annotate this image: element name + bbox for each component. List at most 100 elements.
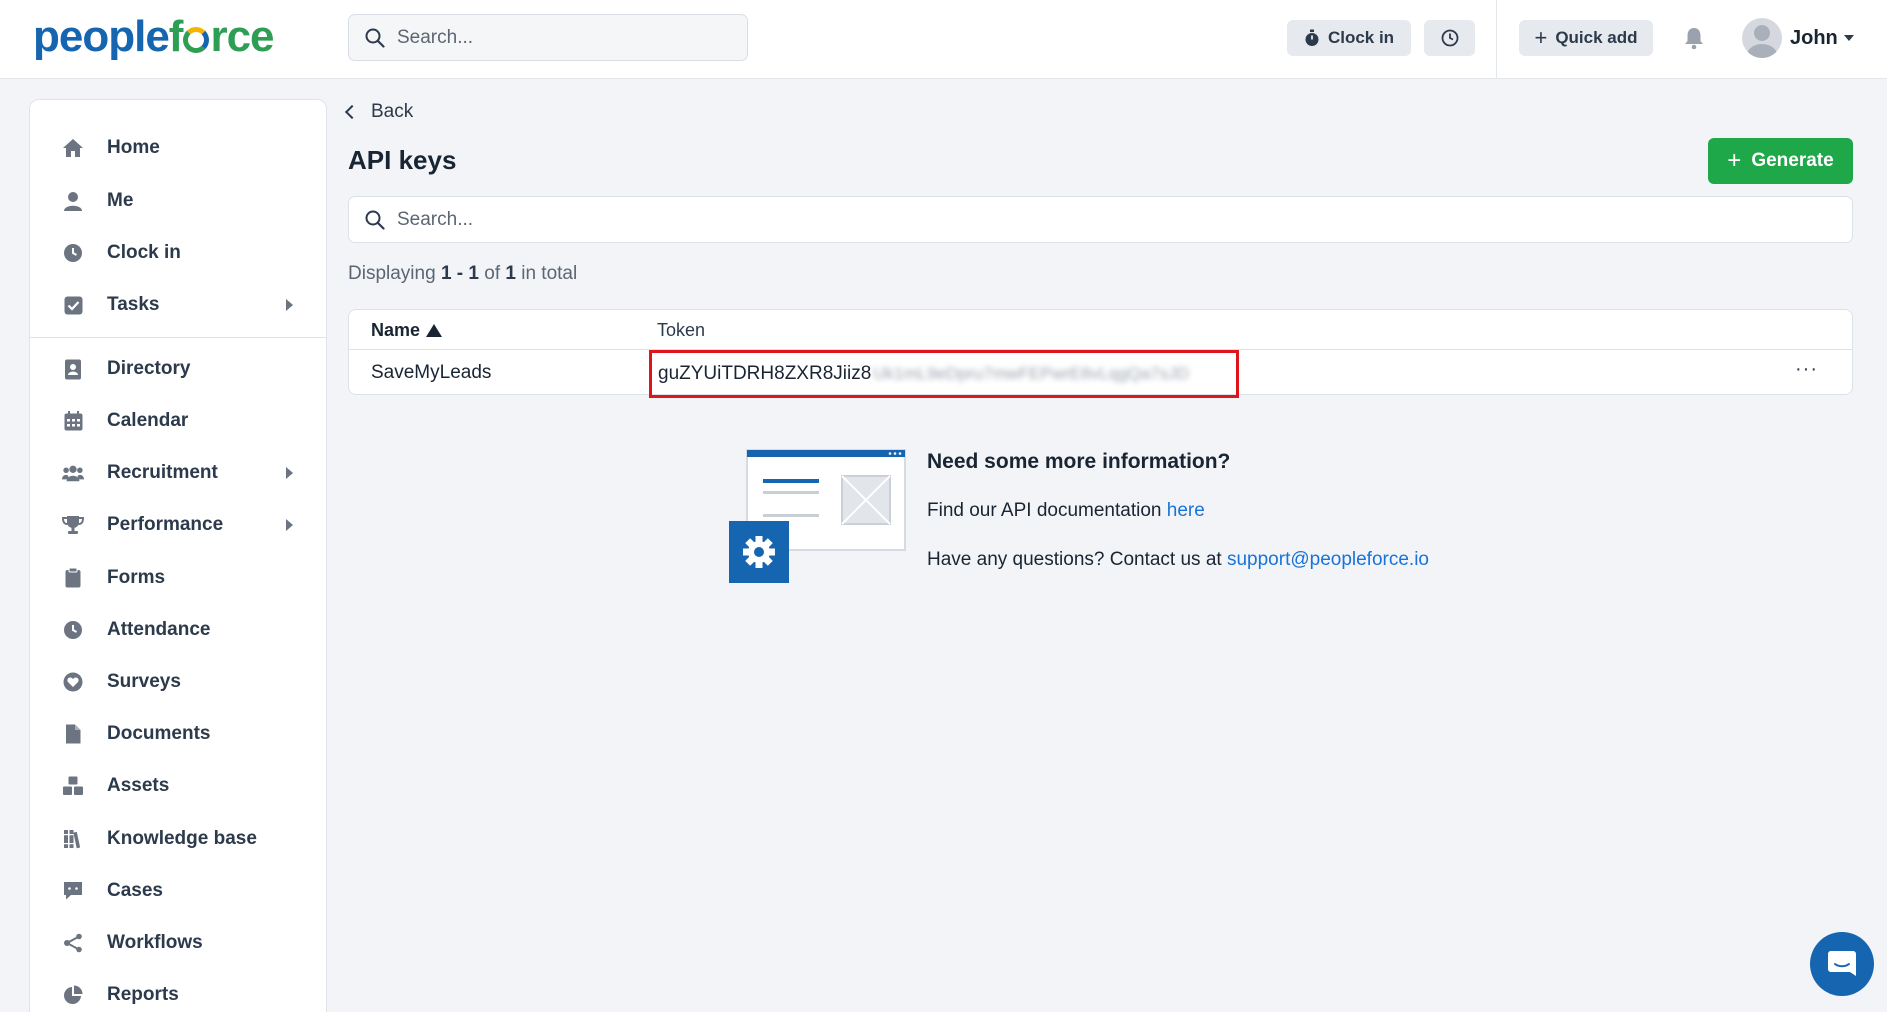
api-keys-search-input[interactable]	[397, 208, 1736, 231]
sidebar-item-label: Assets	[107, 775, 170, 796]
sidebar-item-assets[interactable]: Assets	[30, 764, 326, 808]
file-icon	[62, 723, 84, 745]
user-icon	[62, 190, 84, 212]
sidebar-item-workflows[interactable]: Workflows	[30, 921, 326, 965]
sidebar-divider	[30, 337, 326, 338]
api-keys-table: Name Token SaveMyLeads guZYUiTDRH8ZXR8Ji…	[348, 309, 1853, 398]
chat-bubble-icon	[1828, 951, 1856, 976]
api-keys-search[interactable]	[348, 196, 1853, 243]
sidebar-item-label: Home	[107, 137, 160, 158]
page-title: API keys	[348, 145, 457, 175]
api-token-value: guZYUiTDRH8ZXR8Jiiz8	[658, 363, 872, 384]
sidebar-item-label: Performance	[107, 514, 224, 535]
logo-text-part1: people	[33, 12, 170, 61]
sidebar-item-cases[interactable]: Cases	[30, 869, 326, 913]
api-docs-link[interactable]: here	[1167, 500, 1205, 521]
sidebar-item-me[interactable]: Me	[30, 179, 326, 223]
logo-text-part2: f	[168, 12, 184, 61]
sidebar-item-label: Reports	[107, 984, 179, 1005]
api-docs-illustration	[729, 449, 906, 583]
column-header-token: Token	[657, 320, 706, 340]
timesheet-button[interactable]	[1424, 20, 1475, 56]
api-key-name: SaveMyLeads	[371, 362, 492, 383]
sidebar-item-home[interactable]: Home	[30, 126, 326, 170]
avatar	[1742, 18, 1782, 58]
generate-label: Generate	[1751, 150, 1834, 171]
api-docs-label: Find our API documentation	[927, 500, 1167, 521]
summary-range: 1 - 1	[440, 263, 479, 284]
sidebar-item-label: Tasks	[107, 294, 160, 315]
sidebar-item-label: Attendance	[107, 619, 211, 640]
sidebar-item-label: Documents	[107, 723, 211, 744]
clock-icon	[62, 619, 84, 641]
global-search-input[interactable]	[397, 26, 741, 49]
chevron-right-icon	[286, 467, 293, 479]
top-bar: peoplefrce Clock in + Quick add John	[0, 0, 1887, 79]
books-icon	[62, 828, 84, 850]
sidebar-item-recruitment[interactable]: Recruitment	[30, 451, 326, 495]
heart-icon	[62, 671, 84, 693]
more-options-icon[interactable]: ···	[1795, 358, 1818, 381]
sidebar-item-label: Clock in	[107, 242, 181, 263]
quick-add-label: Quick add	[1555, 28, 1638, 47]
summary-prefix: Displaying	[348, 263, 441, 284]
sidebar-item-directory[interactable]: Directory	[30, 347, 326, 391]
api-token-redacted: Uk1mL9eDpru7mwFEPwrE8vLqgQa7sJD	[873, 364, 1189, 383]
sidebar-item-calendar[interactable]: Calendar	[30, 399, 326, 443]
sidebar-item-performance[interactable]: Performance	[30, 503, 326, 547]
bell-icon[interactable]	[1683, 26, 1705, 50]
search-icon	[365, 210, 385, 230]
plus-icon: +	[1727, 147, 1742, 174]
calendar-icon	[62, 410, 84, 432]
sidebar-item-reports[interactable]: Reports	[30, 973, 326, 1012]
api-token-highlight[interactable]: guZYUiTDRH8ZXR8Jiiz8 Uk1mL9eDpru7mwFEPwr…	[649, 350, 1239, 398]
pie-chart-icon	[62, 984, 84, 1006]
clipboard-icon	[62, 567, 84, 589]
sidebar-item-knowledge-base[interactable]: Knowledge base	[30, 817, 326, 861]
clock-icon	[1441, 29, 1458, 47]
table-header: Name Token	[349, 310, 1852, 350]
column-header-name[interactable]: Name	[371, 320, 443, 341]
logo-o-icon	[183, 27, 210, 53]
sidebar-item-label: Knowledge base	[107, 828, 257, 849]
sidebar-item-forms[interactable]: Forms	[30, 556, 326, 600]
sidebar-item-label: Me	[107, 190, 134, 211]
generate-button[interactable]: + Generate	[1708, 138, 1853, 184]
chat-icon	[62, 880, 84, 902]
api-docs-text: Find our API documentation here	[927, 500, 1205, 522]
quick-add-button[interactable]: + Quick add	[1519, 20, 1653, 56]
peopleforce-logo[interactable]: peoplef rce	[33, 12, 275, 62]
stopwatch-icon	[1305, 29, 1319, 46]
support-email-link[interactable]: support@peopleforce.io	[1227, 549, 1429, 570]
contact-text: Have any questions? Contact us at suppor…	[927, 549, 1429, 571]
search-icon	[365, 28, 385, 48]
info-title: Need some more information?	[927, 450, 1231, 473]
chevron-down-icon	[1843, 35, 1854, 41]
trophy-icon	[62, 514, 84, 536]
sidebar-item-attendance[interactable]: Attendance	[30, 608, 326, 652]
clock-in-button[interactable]: Clock in	[1287, 20, 1411, 56]
summary-total: 1	[505, 263, 516, 284]
share-icon	[62, 932, 84, 954]
pagination-summary: Displaying 1 - 1 of 1 in total	[348, 263, 577, 285]
contact-label: Have any questions? Contact us at	[927, 549, 1227, 570]
sidebar: Home Me Clock in Tasks Directory Calenda…	[29, 99, 327, 1012]
support-chat-button[interactable]	[1810, 932, 1874, 996]
sort-ascending-icon	[426, 324, 443, 337]
global-search[interactable]	[348, 14, 748, 61]
sidebar-item-tasks[interactable]: Tasks	[30, 283, 326, 327]
back-link[interactable]: Back	[344, 101, 413, 123]
chevron-right-icon	[286, 519, 293, 531]
sidebar-item-label: Workflows	[107, 932, 203, 953]
column-name-label: Name	[371, 320, 421, 340]
sidebar-item-clock-in[interactable]: Clock in	[30, 231, 326, 275]
sidebar-item-label: Forms	[107, 567, 166, 588]
sidebar-item-label: Calendar	[107, 410, 189, 431]
clock-in-label: Clock in	[1327, 28, 1395, 47]
summary-of: of	[478, 263, 506, 284]
sidebar-item-surveys[interactable]: Surveys	[30, 660, 326, 704]
logo-text-part3: rce	[210, 12, 274, 61]
sidebar-item-label: Cases	[107, 880, 163, 901]
user-menu[interactable]: John	[1742, 18, 1854, 58]
sidebar-item-documents[interactable]: Documents	[30, 712, 326, 756]
